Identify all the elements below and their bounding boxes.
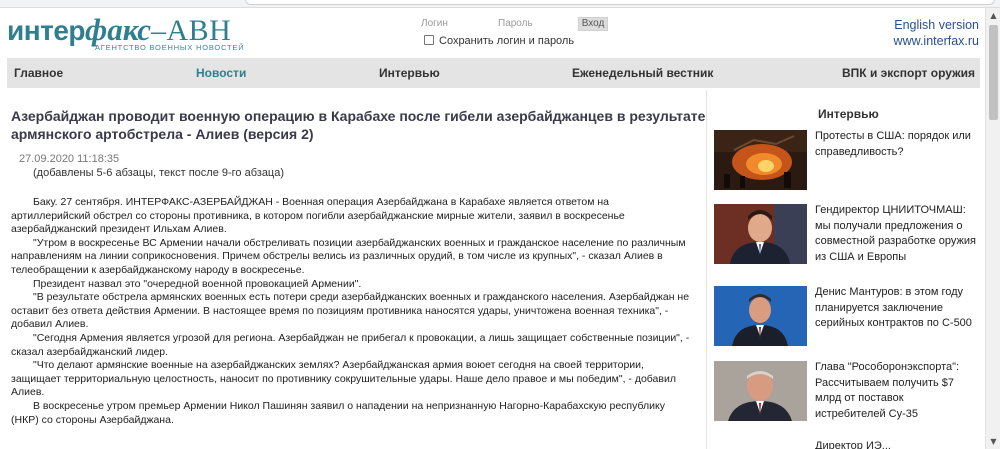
column-divider [706, 90, 707, 449]
scroll-thumb[interactable] [989, 25, 998, 120]
sidebar-item-text[interactable]: Гендиректор ЦНИИТОЧМАШ: мы получали пред… [815, 203, 977, 265]
login-button[interactable]: Вход [578, 17, 608, 31]
scrollbar[interactable]: ▲ ▼ [985, 8, 1000, 449]
logo-part-2: факс [85, 12, 151, 47]
scroll-up-arrow-icon[interactable]: ▲ [986, 8, 1000, 23]
logo-part-1: интер [7, 15, 86, 46]
nav-item-defense-export[interactable]: ВПК и экспорт оружия [842, 66, 975, 80]
article-title: Азербайджан проводит военную операцию в … [11, 108, 706, 142]
main-nav: Главное Новости Интервью Еженедельный ве… [7, 58, 980, 88]
logo-tagline: агентство военных новостей [95, 43, 245, 52]
nav-item-weekly[interactable]: Еженедельный вестник [572, 66, 713, 80]
article-update-note: (добавлены 5-6 абзацы, текст после 9-го … [33, 167, 285, 179]
protest-fire-photo[interactable] [714, 130, 807, 190]
article-paragraph: Президент назвал это "очередной военной … [33, 277, 362, 290]
article-paragraph: В воскресенье утром премьер Армении Нико… [11, 399, 665, 426]
address-bar[interactable] [245, 0, 995, 5]
nav-item-news[interactable]: Новости [196, 66, 246, 80]
sidebar-title: Интервью [818, 107, 879, 121]
sidebar-item-text[interactable]: Директор ИЭ... [815, 439, 977, 449]
article-body: Баку. 27 сентября. ИНТЕРФАКС-АЗЕРБАЙДЖАН… [11, 196, 691, 427]
english-version-link[interactable]: English version [894, 18, 979, 32]
browser-chrome [0, 0, 1000, 8]
interfax-site-link[interactable]: www.interfax.ru [894, 34, 979, 48]
manturov-portrait-photo[interactable] [714, 286, 807, 346]
rosoboronexport-head-photo[interactable] [714, 361, 807, 421]
article-date: 27.09.2020 11:18:35 [19, 153, 120, 165]
ceo-portrait-photo[interactable] [714, 204, 807, 264]
remember-checkbox[interactable] [424, 35, 434, 45]
nav-item-main[interactable]: Главное [14, 66, 63, 80]
login-input[interactable]: Логин [421, 18, 448, 29]
article-paragraph: "Сегодня Армения является угрозой для ре… [11, 331, 690, 358]
article-paragraph: "Утром в воскресенье ВС Армении начали о… [11, 236, 686, 276]
article-paragraph: "В результате обстрела армянских военных… [11, 291, 690, 331]
nav-item-interview[interactable]: Интервью [379, 66, 440, 80]
password-input[interactable]: Пароль [498, 18, 533, 29]
article-paragraph: "Что делают армянские военные на азербай… [11, 359, 676, 399]
remember-login[interactable]: Сохранить логин и пароль [424, 35, 574, 47]
page: интерфакс–АВН агентство военных новостей… [0, 0, 1000, 449]
sidebar-item-text[interactable]: Глава "Рособоронэкспорта": Рассчитываем … [815, 360, 977, 422]
sidebar-item-text[interactable]: Протесты в США: порядок или справедливос… [815, 129, 977, 160]
article-paragraph: Баку. 27 сентября. ИНТЕРФАКС-АЗЕРБАЙДЖАН… [11, 196, 625, 236]
remember-label: Сохранить логин и пароль [439, 35, 575, 47]
sidebar-item-text[interactable]: Денис Мантуров: в этом году планируется … [815, 285, 977, 332]
scroll-down-arrow-icon[interactable]: ▼ [986, 434, 1000, 449]
site-logo[interactable]: интерфакс–АВН агентство военных новостей [7, 12, 244, 56]
